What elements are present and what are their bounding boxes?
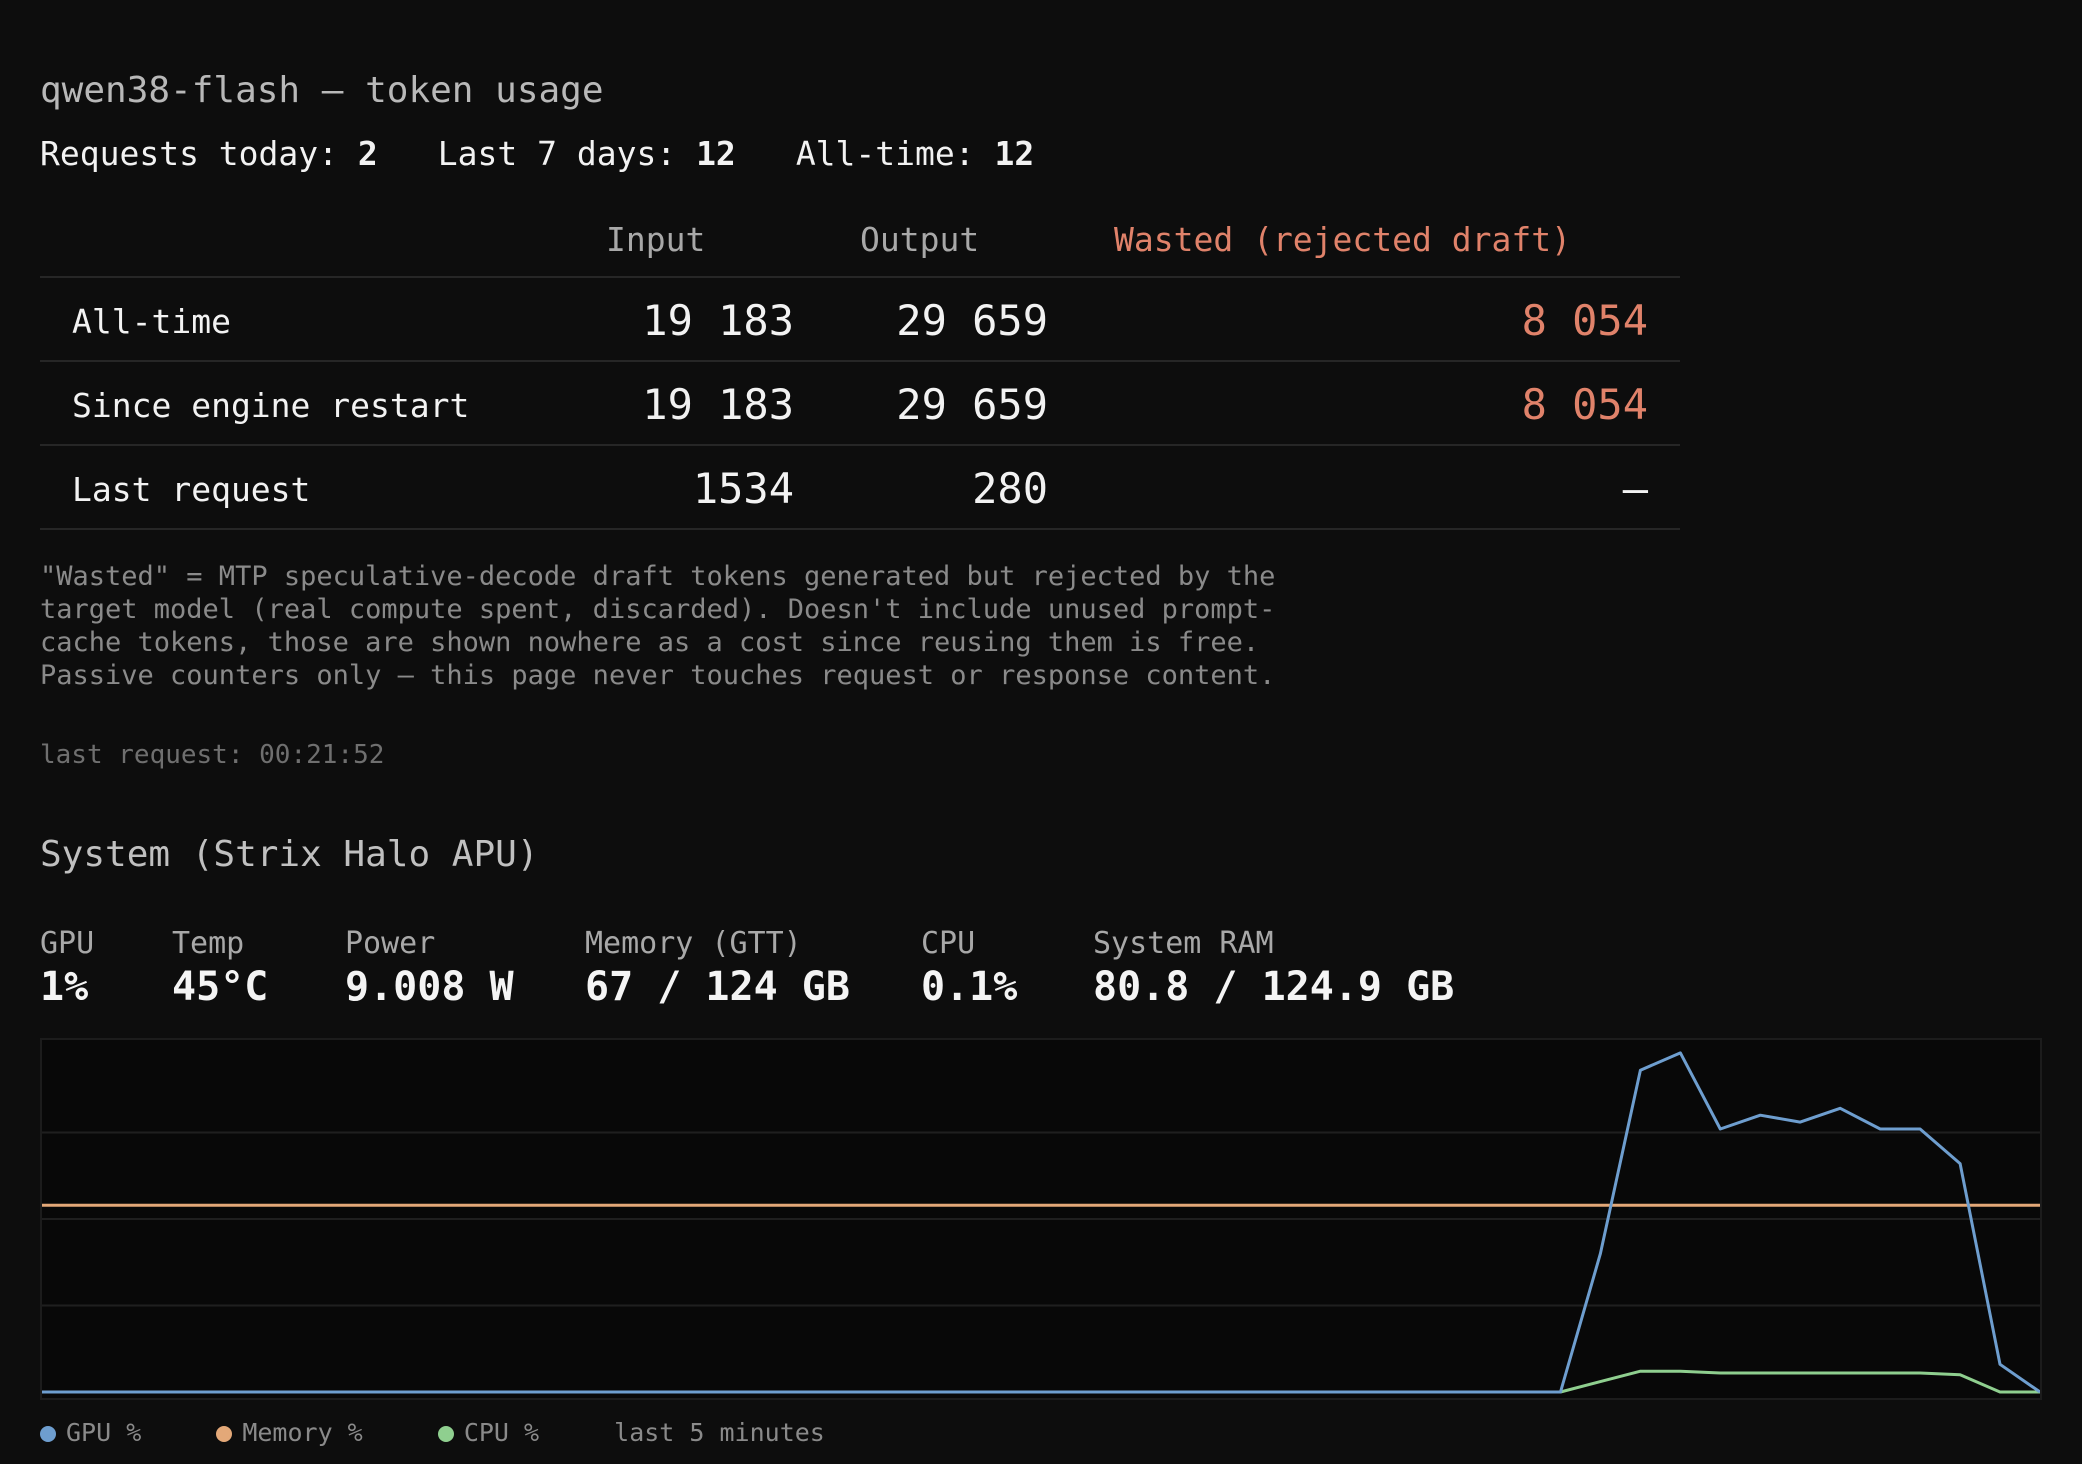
metric-value: 1%: [40, 964, 89, 1010]
usage-chart: [40, 1038, 2042, 1400]
metric-label: Temp: [172, 926, 245, 961]
legend-cpu: CPU %: [437, 1418, 540, 1447]
page-title: qwen38-flash — token usage: [40, 70, 604, 111]
wasted-value: 8 054: [1521, 380, 1648, 429]
column-wasted: Wasted (rejected draft): [1114, 220, 1571, 259]
metric-value: 80.8 / 124.9 GB: [1093, 964, 1455, 1010]
metric-value: 45°C: [172, 964, 269, 1010]
system-title: System (Strix Halo APU): [40, 834, 539, 875]
column-output: Output: [860, 220, 980, 259]
input-value: 1534: [692, 464, 794, 513]
cpu-series-line: [42, 1369, 2040, 1394]
output-value: 29 659: [896, 380, 1048, 429]
requests-today-value: 2: [357, 134, 378, 173]
legend-memory-label: Memory %: [242, 1418, 363, 1447]
alltime-value: 12: [994, 134, 1035, 173]
metric-value: 9.008 W: [345, 964, 514, 1010]
table-row: All-time 19 183 29 659 8 054: [40, 278, 1680, 362]
row-label: Since engine restart: [72, 386, 470, 425]
wasted-value: —: [1622, 464, 1648, 513]
column-input: Input: [606, 220, 706, 259]
metric-temp: Temp 45°C: [172, 926, 268, 1010]
metric-label: Power: [345, 926, 436, 961]
cpu-legend-dot: [437, 1426, 454, 1442]
table-row: Last request 1534 280 —: [40, 446, 1680, 530]
request-counts: Requests today: 2 Last 7 days: 12 All-time…: [40, 134, 1034, 173]
row-label: All-time: [72, 302, 231, 341]
metric-label: Memory (GTT): [585, 926, 802, 961]
gpu-series-line: [42, 1051, 2040, 1394]
last7-label: Last 7 days:: [437, 134, 677, 173]
metric-label: GPU: [40, 926, 95, 961]
input-value: 19 183: [642, 296, 794, 345]
output-value: 29 659: [896, 296, 1048, 345]
metric-label: System RAM: [1093, 926, 1274, 961]
metric-label: CPU: [921, 926, 976, 961]
legend-gpu-label: GPU %: [66, 1418, 142, 1447]
table-header: Input Output Wasted (rejected draft): [40, 210, 1680, 278]
legend-window: last 5 minutes: [614, 1418, 825, 1447]
table-row: Since engine restart 19 183 29 659 8 054: [40, 362, 1680, 446]
metric-value: 0.1%: [921, 964, 1018, 1010]
input-value: 19 183: [642, 380, 794, 429]
metric-system-ram: System RAM 80.8 / 124.9 GB: [1093, 926, 1454, 1010]
row-label: Last request: [72, 470, 311, 509]
chart-legend: GPU % Memory % CPU % last 5 minutes: [40, 1418, 885, 1447]
token-usage-table: Input Output Wasted (rejected draft) All…: [40, 210, 1680, 530]
metric-gpu: GPU 1%: [40, 926, 94, 1010]
wasted-value: 8 054: [1521, 296, 1648, 345]
usage-chart-svg: [42, 1051, 2040, 1394]
memory-legend-dot: [216, 1426, 233, 1442]
legend-cpu-label: CPU %: [463, 1418, 540, 1447]
gpu-legend-dot: [40, 1426, 56, 1442]
last-request-time: last request: 00:21:52: [40, 740, 385, 770]
legend-memory: Memory %: [216, 1418, 363, 1447]
legend-gpu: GPU %: [40, 1418, 141, 1447]
output-value: 280: [972, 464, 1048, 513]
metric-value: 67 / 124 GB: [585, 964, 850, 1010]
wasted-explanation-note: "Wasted" = MTP speculative-decode draft …: [40, 561, 1276, 691]
metric-power: Power 9.008 W: [345, 926, 514, 1010]
last7-value: 12: [696, 134, 736, 173]
requests-today-label: Requests today:: [40, 134, 339, 173]
metric-cpu: CPU 0.1%: [921, 926, 1017, 1010]
metric-memory: Memory (GTT) 67 / 124 GB: [585, 926, 850, 1010]
alltime-label: All-time:: [795, 134, 975, 173]
